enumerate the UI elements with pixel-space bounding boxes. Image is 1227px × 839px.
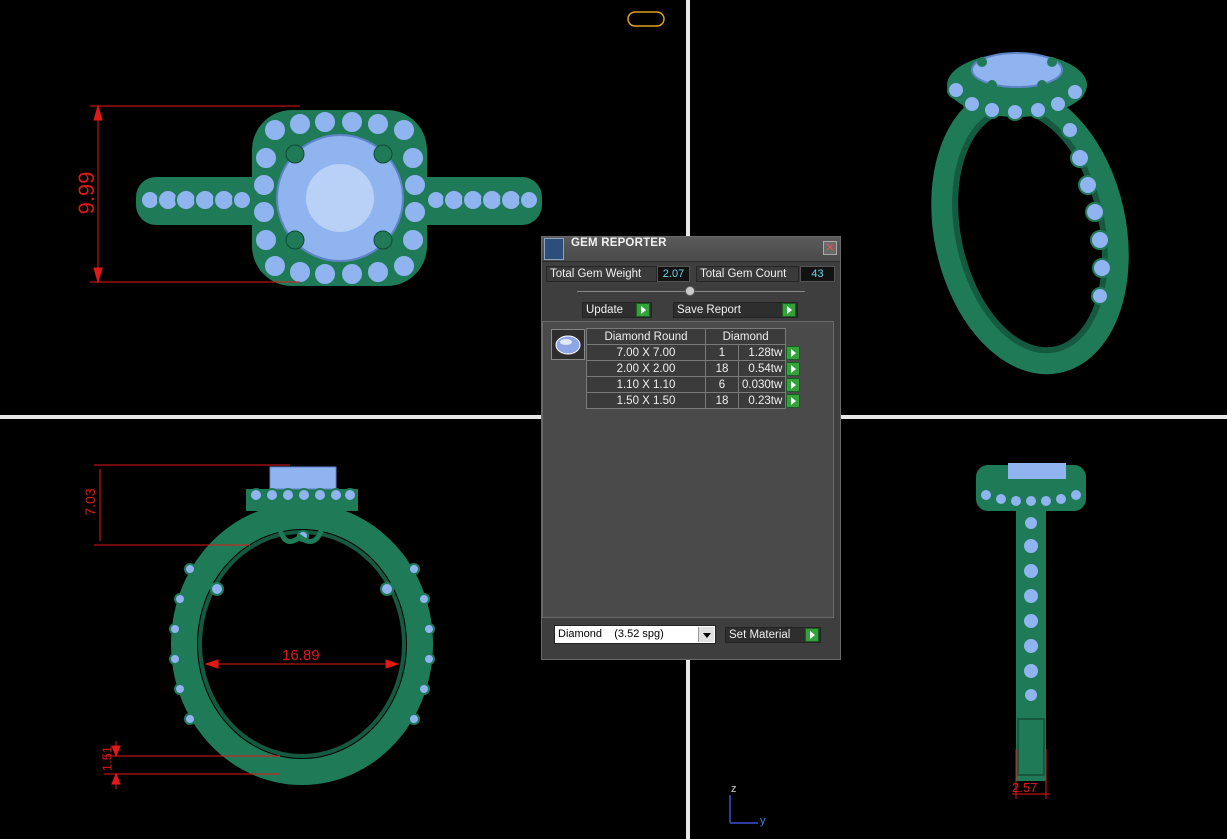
row-play-icon[interactable] <box>786 361 801 376</box>
update-button[interactable]: Update <box>582 302 652 318</box>
gem-weight: 1.28tw <box>737 344 787 361</box>
dimension-side-width: 2.57 <box>1012 780 1038 795</box>
table-row[interactable]: 1.50 X 1.50 18 0.23tw <box>586 392 807 409</box>
row-play-icon[interactable] <box>786 377 801 392</box>
total-gem-weight-value: 2.07 <box>657 266 690 282</box>
save-report-label: Save Report <box>677 304 741 316</box>
gem-count: 18 <box>705 360 739 377</box>
gem-count: 18 <box>705 392 739 409</box>
dimension-top-height: 9.99 <box>74 171 99 215</box>
panel-title: GEM REPORTER <box>571 237 667 249</box>
row-play-icon[interactable] <box>786 393 801 408</box>
gem-table: Diamond Round Diamond 7.00 X 7.00 1 1.28… <box>586 328 807 409</box>
gem-count: 6 <box>705 376 739 393</box>
material-select[interactable]: Diamond (3.52 spg) <box>554 625 716 644</box>
dimension-front-height: 7.03 <box>82 488 98 516</box>
dimension-shank-thickness: 1.51 <box>99 745 115 772</box>
close-icon[interactable]: ✕ <box>823 241 837 255</box>
play-icon <box>805 628 819 642</box>
gem-round-icon <box>555 335 581 355</box>
play-icon <box>636 303 650 317</box>
row-play-icon[interactable] <box>786 345 801 360</box>
gem-size: 2.00 X 2.00 <box>586 360 706 377</box>
table-row[interactable]: 1.10 X 1.10 6 0.030tw <box>586 376 807 393</box>
gem-weight: 0.54tw <box>737 360 787 377</box>
gem-table-col-material: Diamond <box>704 328 787 345</box>
gem-weight: 0.23tw <box>737 392 787 409</box>
set-material-label: Set Material <box>729 629 791 641</box>
save-report-button[interactable]: Save Report <box>673 302 798 318</box>
total-gem-count-label: Total Gem Count <box>696 266 799 282</box>
table-row[interactable]: 7.00 X 7.00 1 1.28tw <box>586 344 807 361</box>
material-select-value: Diamond (3.52 spg) <box>558 628 664 640</box>
slider-handle[interactable] <box>685 286 695 296</box>
set-material-button[interactable]: Set Material <box>725 627 821 643</box>
gem-size: 1.50 X 1.50 <box>586 392 706 409</box>
gem-thumbnail[interactable] <box>551 329 585 360</box>
gem-size: 7.00 X 7.00 <box>586 344 706 361</box>
panel-title-bar[interactable]: GEM REPORTER ✕ <box>542 237 840 262</box>
gem-reporter-app-icon <box>544 238 564 260</box>
table-row[interactable]: 2.00 X 2.00 18 0.54tw <box>586 360 807 377</box>
play-icon <box>782 303 796 317</box>
gem-weight: 0.030tw <box>737 376 787 393</box>
update-label: Update <box>586 304 624 316</box>
gem-count: 1 <box>705 344 739 361</box>
total-gem-count-value: 43 <box>800 266 835 282</box>
axis-z-label: z <box>731 783 737 795</box>
gem-size: 1.10 X 1.10 <box>586 376 706 393</box>
chevron-down-icon[interactable] <box>698 627 714 642</box>
total-gem-weight-label: Total Gem Weight <box>546 266 657 282</box>
axis-y-label: y <box>760 815 766 827</box>
gem-table-col-shape: Diamond Round <box>586 328 706 345</box>
dimension-inner-diameter: 16.89 <box>282 647 320 664</box>
